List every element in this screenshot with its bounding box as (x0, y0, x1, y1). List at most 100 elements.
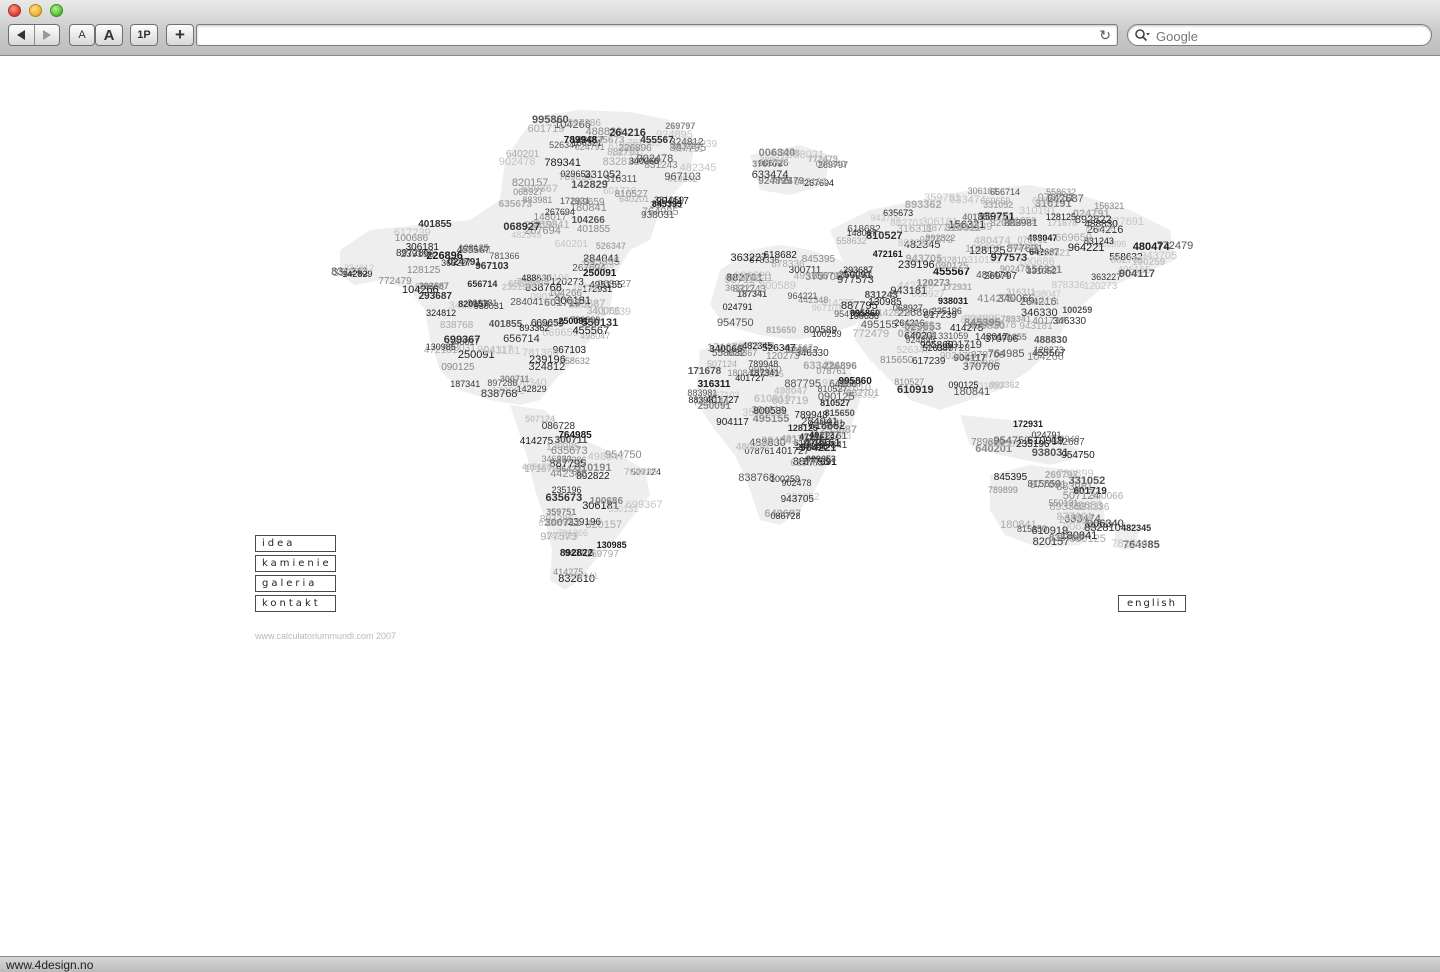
map-number: 363227 (441, 258, 472, 268)
map-number: 938031 (937, 295, 968, 306)
map-number: 331052 (584, 169, 622, 182)
forward-button[interactable] (33, 25, 60, 45)
map-number: 472161 (813, 431, 848, 443)
copyright-text: www.calculatoriummundi.com 2007 (255, 631, 397, 641)
map-number: 558632 (559, 355, 590, 366)
map-number: 967103 (475, 260, 509, 272)
map-number: 887795 (784, 378, 822, 391)
map-number: 370706 (962, 360, 1000, 373)
map-number: 100259 (770, 473, 801, 484)
map-number: 820157 (458, 299, 489, 310)
map-number: 156321 (1094, 201, 1125, 212)
status-text: www.4design.no (6, 958, 94, 972)
map-number: 401855 (418, 218, 452, 230)
map-number: 669659 (571, 196, 605, 208)
map-number: 845395 (801, 253, 836, 265)
map-number: 938031 (641, 209, 675, 221)
search-input[interactable] (1154, 26, 1428, 46)
menu-kontakt-button[interactable]: kontakt (255, 595, 336, 612)
map-number: 838768 (480, 388, 518, 401)
map-number: 558632 (836, 235, 867, 246)
map-number: 331059 (580, 260, 615, 272)
map-number: 306181 (405, 241, 439, 253)
map-number: 235196 (535, 273, 570, 285)
map-number: 293687 (418, 291, 452, 303)
menu-kamienie-button[interactable]: kamienie (255, 555, 336, 572)
zoom-window-button[interactable] (50, 4, 63, 17)
map-number: 640201 (619, 193, 650, 204)
map-number: 086728 (734, 269, 771, 282)
map-number: 269797 (585, 548, 619, 560)
map-number: 902478 (1000, 263, 1031, 274)
map-number: 480474 (735, 441, 770, 453)
map-number: 815650 (1016, 523, 1048, 534)
world-map: 180841 401727 029653 120273 455567 887795 3463… (330, 100, 1193, 600)
map-number: 006340 (815, 159, 846, 170)
map-number: 772479 (1156, 239, 1194, 252)
minimize-window-button[interactable] (29, 4, 42, 17)
map-number: 642687 (829, 378, 863, 390)
map-number: 130985 (425, 341, 456, 352)
map-number: 482345 (511, 229, 542, 240)
map-number: 090125 (817, 391, 855, 404)
map-number: 943705 (870, 213, 901, 224)
map-number: 100259 (1062, 304, 1093, 315)
map-number: 187341 (450, 379, 481, 390)
map-number: 789948 (563, 135, 598, 147)
map-number: 507124 (1062, 490, 1100, 503)
map-number: 239196 (897, 259, 935, 272)
menu-galeria-button[interactable]: galeria (255, 575, 336, 592)
search-icon[interactable] (1134, 28, 1150, 42)
map-number: 090125 (948, 380, 979, 391)
map-number: 977573 (837, 274, 874, 287)
text-smaller-button[interactable]: A (69, 24, 95, 46)
map-number: 488830 (1034, 334, 1068, 346)
map-number: 482345 (1121, 522, 1152, 533)
map-number: 789899 (987, 485, 1018, 496)
map-number: 943181 (813, 417, 844, 428)
map-number: 904117 (477, 344, 513, 357)
map-number: 550131 (901, 319, 935, 331)
map-number: 845395 (964, 316, 1001, 329)
back-forward-group (8, 24, 60, 46)
map-number: 090125 (441, 362, 475, 374)
map-number: 772479 (378, 275, 412, 287)
map-number: 838768 (1048, 533, 1083, 545)
menu-idea-button[interactable]: idea (255, 535, 336, 552)
map-number: 100686 (848, 311, 879, 322)
map-number: 617239 (393, 227, 431, 240)
map-number: 781366 (557, 527, 588, 538)
close-window-button[interactable] (8, 4, 21, 17)
address-bar[interactable]: ↻ (196, 24, 1118, 46)
url-input[interactable] (203, 26, 1087, 46)
map-number: 472161 (872, 248, 903, 259)
map-number: 800589 (803, 324, 838, 336)
add-bookmark-button[interactable]: + (166, 24, 194, 46)
map-number: 346330 (460, 244, 491, 255)
map-number: 789899 (1056, 467, 1094, 480)
back-button[interactable] (9, 25, 34, 45)
map-number: 633474 (751, 169, 789, 182)
map-number: 455567 (572, 324, 610, 337)
map-number: 495155 (521, 461, 552, 472)
text-bigger-button[interactable]: A (95, 24, 123, 46)
map-number: 764985 (558, 430, 592, 442)
map-number: 789899 (971, 436, 1005, 448)
map-number: 764985 (987, 348, 1025, 360)
reload-icon[interactable]: ↻ (1099, 27, 1111, 44)
map-number: 878336 (1085, 224, 1116, 235)
map-number: 610919 (753, 392, 791, 405)
map-number: 316311 (944, 221, 981, 234)
map-number: 781366 (1111, 537, 1149, 550)
map-number: 789341 (544, 157, 582, 170)
map-number: 938031 (787, 149, 825, 162)
map-number: 656714 (503, 332, 540, 345)
onepassword-button[interactable]: 1P (130, 24, 158, 46)
map-number: 943181 (1019, 321, 1053, 333)
map-number: 656714 (467, 278, 498, 289)
map-number: 878336 (771, 259, 805, 271)
search-bar[interactable] (1127, 24, 1432, 46)
map-number: 635673 (545, 492, 583, 505)
language-english-button[interactable]: english (1118, 595, 1186, 612)
map-number: 838768 (439, 319, 474, 331)
